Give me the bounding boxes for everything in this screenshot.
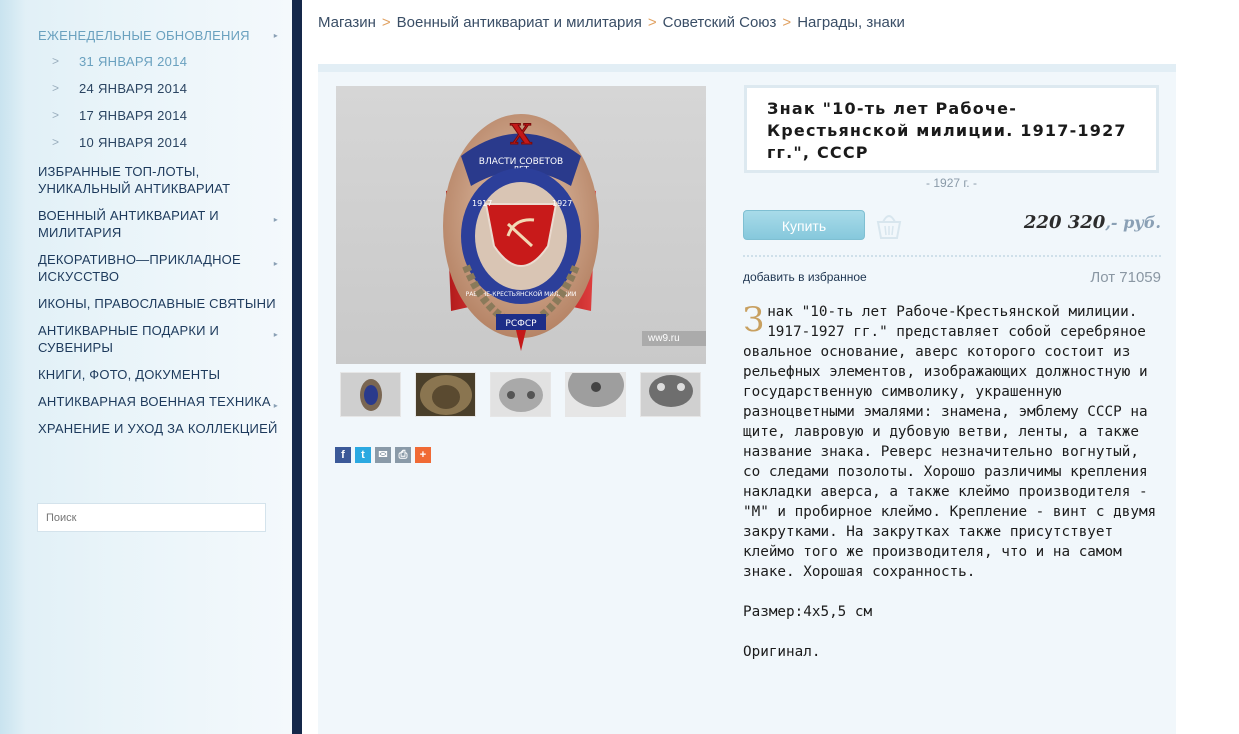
- update-date-link[interactable]: >10 Января 2014: [38, 129, 278, 156]
- search-input[interactable]: [37, 503, 266, 532]
- twitter-icon[interactable]: t: [355, 447, 371, 463]
- update-date-label: 31 Января 2014: [79, 54, 188, 69]
- breadcrumb: Магазин > Военный антиквариат и милитария >…: [318, 14, 905, 31]
- basket-icon[interactable]: [872, 208, 906, 242]
- sidebar-item-decorative[interactable]: ДЕКОРАТИВНО—ПРИКЛАДНОЕ ИСКУССТВО ▸: [38, 251, 278, 285]
- price-currency: ,- руб.: [1105, 213, 1161, 232]
- sidebar-item-label: КНИГИ, ФОТО, ДОКУМЕНТЫ: [38, 367, 221, 382]
- chevron-right-icon: ▸: [273, 401, 278, 410]
- sidebar-item-label: ДЕКОРАТИВНО—ПРИКЛАДНОЕ ИСКУССТВО: [38, 252, 241, 284]
- thumbnail-image[interactable]: [415, 372, 476, 417]
- chevron-right-icon: >: [52, 108, 60, 122]
- description-text: нак "10-ть лет Рабоче-Крестьянской милиц…: [743, 304, 1157, 580]
- lot-number: Лот 71059: [1090, 269, 1161, 286]
- badge-x: X: [510, 118, 532, 151]
- sidebar-item-gifts[interactable]: АНТИКВАРНЫЕ ПОДАРКИ И СУВЕНИРЫ ▸: [38, 322, 278, 356]
- product-authenticity: Оригинал.: [743, 644, 821, 660]
- product-size: Размер:4х5,5 см: [743, 604, 873, 620]
- update-date-label: 24 Января 2014: [79, 81, 188, 96]
- breadcrumb-separator: >: [782, 14, 792, 31]
- description-paragraph: Знак "10-ть лет Рабоче-Крестьянской мили…: [743, 302, 1163, 582]
- sidebar-item-label: ВОЕННЫЙ АНТИКВАРИАТ И МИЛИТАРИЯ: [38, 208, 219, 240]
- sidebar-item-label: АНТИКВАРНАЯ ВОЕННАЯ ТЕХНИКА: [38, 394, 271, 409]
- update-date-label: 10 Января 2014: [79, 135, 188, 150]
- sidebar-item-weekly-updates[interactable]: ЕЖЕНЕДЕЛЬНЫЕ ОБНОВЛЕНИЯ ▸ >31 Января 201…: [38, 27, 278, 156]
- thumbnail-image[interactable]: [565, 372, 626, 417]
- product-main-image[interactable]: ВЛАСТИ СОВЕТОВ X ЛЕТ 1917 1927 РАБОЧЕ-КР…: [336, 86, 706, 364]
- drop-cap: З: [743, 300, 765, 340]
- thumbnail-strip: [340, 372, 701, 417]
- badge-illustration: ВЛАСТИ СОВЕТОВ X ЛЕТ 1917 1927 РАБОЧЕ-КР…: [443, 114, 599, 351]
- sidebar-item-icons[interactable]: ИКОНЫ, ПРАВОСЛАВНЫЕ СВЯТЫНИ: [38, 295, 278, 312]
- print-icon[interactable]: ⎙: [395, 447, 411, 463]
- add-to-favorites-link[interactable]: добавить в избранное: [743, 270, 867, 284]
- product-description: Знак "10-ть лет Рабоче-Крестьянской мили…: [743, 302, 1163, 682]
- watermark: ww9.ru: [642, 331, 706, 346]
- plus-icon[interactable]: +: [415, 447, 431, 463]
- sidebar-item-vehicles[interactable]: АНТИКВАРНАЯ ВОЕННАЯ ТЕХНИКА ▸: [38, 393, 278, 410]
- chevron-right-icon: >: [52, 81, 60, 95]
- sidebar-item-books[interactable]: КНИГИ, ФОТО, ДОКУМЕНТЫ: [38, 366, 278, 383]
- update-date-link[interactable]: >31 Января 2014: [38, 48, 278, 75]
- sidebar-nav: ЕЖЕНЕДЕЛЬНЫЕ ОБНОВЛЕНИЯ ▸ >31 Января 201…: [38, 27, 278, 437]
- badge-bottom-text: РСФСР: [505, 319, 537, 329]
- update-date-label: 17 Января 2014: [79, 108, 188, 123]
- sidebar-item-label: ХРАНЕНИЕ И УХОД ЗА КОЛЛЕКЦИЕЙ: [38, 421, 278, 436]
- sidebar-item-storage[interactable]: ХРАНЕНИЕ И УХОД ЗА КОЛЛЕКЦИЕЙ: [38, 420, 278, 437]
- chevron-right-icon: >: [52, 54, 60, 68]
- product-year: - 1927 г. -: [926, 176, 977, 190]
- sidebar-divider: [292, 0, 302, 734]
- sidebar: ЕЖЕНЕДЕЛЬНЫЕ ОБНОВЛЕНИЯ ▸ >31 Января 201…: [0, 0, 292, 734]
- sidebar-item-label: ИКОНЫ, ПРАВОСЛАВНЫЕ СВЯТЫНИ: [38, 296, 276, 311]
- breadcrumb-link[interactable]: Советский Союз: [663, 14, 777, 31]
- breadcrumb-separator: >: [647, 14, 657, 31]
- thumbnail-image[interactable]: [490, 372, 551, 417]
- thumbnail-image[interactable]: [640, 372, 701, 417]
- email-icon[interactable]: ✉: [375, 447, 391, 463]
- sidebar-item-label: ЕЖЕНЕДЕЛЬНЫЕ ОБНОВЛЕНИЯ: [38, 28, 250, 43]
- chevron-right-icon: ▸: [273, 215, 278, 224]
- badge-year-right: 1927: [552, 199, 572, 208]
- update-date-link[interactable]: >24 Января 2014: [38, 75, 278, 102]
- breadcrumb-link[interactable]: Награды, знаки: [797, 14, 905, 31]
- facebook-icon[interactable]: f: [335, 447, 351, 463]
- sidebar-item-label: ИЗБРАННЫЕ ТОП-ЛОТЫ, УНИКАЛЬНЫЙ АНТИКВАРИ…: [38, 164, 231, 196]
- sidebar-item-label: АНТИКВАРНЫЕ ПОДАРКИ И СУВЕНИРЫ: [38, 323, 220, 355]
- badge-year-left: 1917: [472, 199, 492, 208]
- dotted-divider: [743, 255, 1161, 257]
- share-bar: f t ✉ ⎙ +: [335, 447, 431, 463]
- breadcrumb-link[interactable]: Военный антиквариат и милитария: [397, 14, 642, 31]
- chevron-right-icon: ▸: [273, 259, 278, 268]
- product-title-box: Знак "10-ть лет Рабоче-Крестьянской мили…: [744, 85, 1159, 173]
- price-value: 220 320: [1023, 212, 1106, 233]
- sidebar-item-military[interactable]: ВОЕННЫЙ АНТИКВАРИАТ И МИЛИТАРИЯ ▸: [38, 207, 278, 241]
- breadcrumb-link[interactable]: Магазин: [318, 14, 376, 31]
- product-price: 220 320,- руб.: [1024, 212, 1161, 233]
- chevron-right-icon: ▸: [273, 330, 278, 339]
- weekly-updates-list: >31 Января 2014 >24 Января 2014 >17 Янва…: [38, 48, 278, 156]
- thumbnail-image[interactable]: [340, 372, 401, 417]
- chevron-right-icon: >: [52, 135, 60, 149]
- breadcrumb-separator: >: [381, 14, 391, 31]
- buy-button[interactable]: Купить: [743, 210, 865, 240]
- page: ЕЖЕНЕДЕЛЬНЫЕ ОБНОВЛЕНИЯ ▸ >31 Января 201…: [0, 0, 1239, 734]
- chevron-right-icon: ▸: [273, 31, 278, 40]
- panel-top-bar: [318, 64, 1176, 72]
- sidebar-item-top-lots[interactable]: ИЗБРАННЫЕ ТОП-ЛОТЫ, УНИКАЛЬНЫЙ АНТИКВАРИ…: [38, 163, 278, 197]
- update-date-link[interactable]: >17 Января 2014: [38, 102, 278, 129]
- product-title: Знак "10-ть лет Рабоче-Крестьянской мили…: [767, 99, 1127, 162]
